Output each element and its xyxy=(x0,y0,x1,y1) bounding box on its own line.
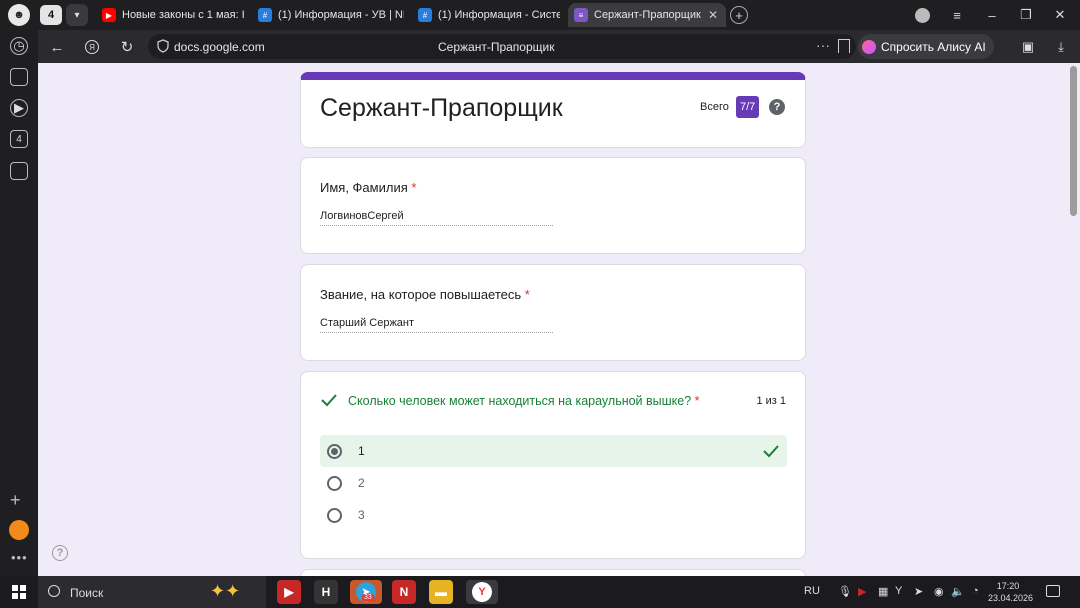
answer-text: ЛогвиновСергей xyxy=(320,210,553,226)
tabs-icon[interactable] xyxy=(10,68,28,86)
form-title: Сержант-Прапорщик xyxy=(320,94,563,122)
help-icon[interactable]: ? xyxy=(769,99,785,115)
radio-button[interactable] xyxy=(327,507,342,523)
question-card-tower: Сколько человек может находиться на кара… xyxy=(300,371,806,559)
close-tab-icon[interactable]: ✕ xyxy=(708,8,718,22)
language-indicator[interactable]: RU xyxy=(804,585,820,597)
forms-icon: ≡ xyxy=(574,8,588,22)
form-header-card: Сержант-Прапорщик Всего 7/7 ? xyxy=(300,72,806,148)
browser-profile-icon[interactable]: ☻ xyxy=(8,4,30,26)
site-icon: # xyxy=(258,8,272,22)
url-page-title: Сержант-Прапорщик xyxy=(438,40,555,54)
bookmark-icon[interactable] xyxy=(838,39,850,53)
help-icon[interactable]: ? xyxy=(52,545,68,561)
tab-youtube[interactable]: ▶ Новые законы с 1 мая: Ко xyxy=(96,3,244,27)
collections-icon[interactable]: ▣ xyxy=(1017,36,1039,58)
tab-info-system[interactable]: # (1) Информация - Систем xyxy=(412,3,560,27)
netflix-icon[interactable]: N xyxy=(392,580,416,604)
volume-icon[interactable]: 🔈 xyxy=(951,585,965,598)
correct-check-icon xyxy=(763,445,779,458)
more-icon[interactable]: ••• xyxy=(11,550,28,565)
yandex-icon[interactable]: Я xyxy=(81,36,103,58)
restore-icon[interactable]: ❐ xyxy=(1011,4,1041,26)
nvidia-icon[interactable]: ▦ xyxy=(878,585,888,598)
back-arrow-icon[interactable]: ← xyxy=(46,36,68,58)
answer-text: Старший Сержант xyxy=(320,317,553,333)
taskbar-search[interactable]: Поиск ✦✦ xyxy=(38,576,266,608)
address-bar: ← Я ↻ docs.google.com Сержант-Прапорщик … xyxy=(38,30,1080,63)
history-icon[interactable]: ◷ xyxy=(10,37,28,55)
score-badge: 7/7 xyxy=(736,96,760,118)
app-tray-icon[interactable]: ▶ xyxy=(858,585,866,598)
url-field[interactable]: docs.google.com Сержант-Прапорщик ··· xyxy=(148,34,856,59)
option-3[interactable]: 3 xyxy=(320,499,787,531)
windows-start-icon[interactable] xyxy=(12,585,26,599)
tab-form-active[interactable]: ≡ Сержант-Прапорщик ✕ xyxy=(568,3,726,27)
yandex-browser-icon[interactable]: Y xyxy=(466,580,498,604)
reload-icon[interactable]: ↻ xyxy=(116,36,138,58)
total-label: Всего xyxy=(700,101,729,113)
add-icon[interactable]: + xyxy=(10,490,21,511)
close-window-icon[interactable]: ✕ xyxy=(1045,4,1075,26)
tab-count-badge[interactable]: 4 xyxy=(40,5,62,25)
browser-sidebar: ◷ ▶ 4 + ••• xyxy=(0,30,38,576)
folder-icon[interactable]: ▬ xyxy=(429,580,453,604)
steam-icon[interactable]: ◉ xyxy=(934,585,944,598)
new-tab-button[interactable]: + xyxy=(730,6,748,24)
sparkle-icon: ✦✦ xyxy=(210,581,241,601)
youtube-icon: ▶ xyxy=(102,8,116,22)
question-label: Имя, Фамилия xyxy=(320,180,408,195)
app-icon[interactable] xyxy=(9,520,29,540)
minimize-icon[interactable]: – xyxy=(977,4,1007,26)
app-h-icon[interactable]: H xyxy=(314,580,338,604)
shield-icon xyxy=(157,39,169,53)
radio-button[interactable] xyxy=(327,475,342,491)
screenshot-icon[interactable] xyxy=(10,162,28,180)
app-red-icon[interactable]: ▶ xyxy=(277,580,301,604)
search-icon xyxy=(48,585,60,597)
question-label: Сколько человек может находиться на кара… xyxy=(348,394,692,408)
mic-icon[interactable]: 🎙 xyxy=(838,585,852,598)
more-icon[interactable]: ··· xyxy=(816,37,830,53)
required-mark: * xyxy=(694,394,700,408)
tab-strip: ☻ 4 ▾ ▶ Новые законы с 1 мая: Ко # (1) И… xyxy=(0,0,1080,30)
scrollbar-thumb[interactable] xyxy=(1070,66,1077,216)
menu-icon[interactable]: ≡ xyxy=(942,4,972,26)
ask-alice-button[interactable]: Спросить Алису AI xyxy=(858,34,994,59)
points-label: 1 из 1 xyxy=(756,395,786,407)
page-viewport: Сержант-Прапорщик Всего 7/7 ? Имя, Фамил… xyxy=(38,63,1080,576)
play-icon[interactable]: ▶ xyxy=(10,99,28,117)
url-domain: docs.google.com xyxy=(174,40,265,54)
radio-button-checked[interactable] xyxy=(327,443,342,459)
yandex-tray-icon[interactable]: Y xyxy=(895,585,902,597)
avatar[interactable] xyxy=(907,4,937,26)
telegram-badge: 33 xyxy=(362,594,374,601)
notification-icon[interactable] xyxy=(1046,585,1060,597)
next-question-card xyxy=(300,569,806,576)
tab-count-icon[interactable]: 4 xyxy=(10,130,28,148)
download-icon[interactable]: ⤓ xyxy=(1050,36,1072,58)
wifi-icon[interactable]: ◔ xyxy=(972,585,979,597)
taskbar-clock[interactable]: 17:20 23.04.2026 xyxy=(988,580,1033,604)
question-card-rank: Звание, на которое повышаетесь * Старший… xyxy=(300,264,806,361)
windows-taskbar: Поиск ✦✦ ▶ H ➤ N ▬ Y RU 🎙 ▶ ▦ Y ➤ ◉ 🔈 ◔ xyxy=(0,576,1080,608)
required-mark: * xyxy=(411,180,417,195)
alice-icon xyxy=(862,39,876,54)
option-1[interactable]: 1 xyxy=(320,435,787,467)
check-icon xyxy=(321,394,337,407)
tab-info-uv[interactable]: # (1) Информация - УВ | NE xyxy=(252,3,404,27)
site-icon: # xyxy=(418,8,432,22)
question-card-name: Имя, Фамилия * ЛогвиновСергей xyxy=(300,157,806,254)
question-label: Звание, на которое повышаетесь xyxy=(320,287,522,302)
chevron-down-icon[interactable]: ▾ xyxy=(66,4,88,26)
required-mark: * xyxy=(524,287,530,302)
telegram-tray-icon[interactable]: ➤ xyxy=(914,585,923,598)
option-2[interactable]: 2 xyxy=(320,467,787,499)
